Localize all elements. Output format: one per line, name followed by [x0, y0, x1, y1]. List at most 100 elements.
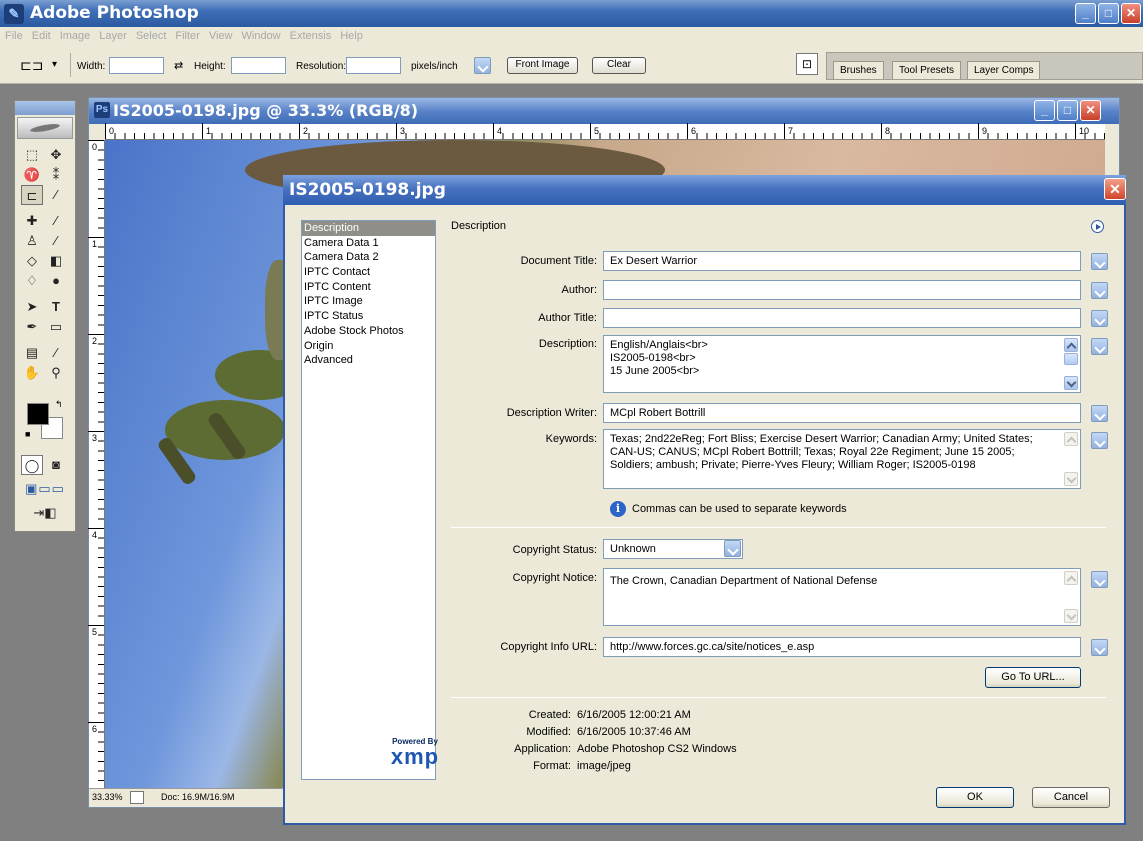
description-writer-input[interactable]: MCpl Robert Bottrill: [603, 403, 1081, 423]
scroll-thumb[interactable]: [1064, 353, 1078, 365]
menu-file[interactable]: File: [0, 27, 27, 42]
doc-size-info[interactable]: Doc: 16.9M/16.9M: [161, 792, 235, 802]
jump-to-imageready-icon[interactable]: ⇥◧: [19, 503, 71, 523]
author-dropdown-icon[interactable]: [1091, 282, 1108, 299]
menu-image[interactable]: Image: [55, 27, 95, 42]
maximize-icon[interactable]: □: [1098, 3, 1119, 24]
type-tool-icon[interactable]: T: [45, 297, 67, 317]
copyright-url-dropdown-icon[interactable]: [1091, 639, 1108, 656]
author-title-input[interactable]: [603, 308, 1081, 328]
dodge-tool-icon[interactable]: ●: [45, 271, 67, 291]
minimize-icon[interactable]: _: [1075, 3, 1096, 24]
menu-layer[interactable]: Layer: [94, 27, 131, 42]
swap-colors-icon[interactable]: ↰: [55, 399, 63, 410]
zoom-tool-icon[interactable]: ⚲: [45, 363, 67, 383]
tool-preset-chevron-icon[interactable]: ▾: [52, 59, 57, 70]
go-to-url-button[interactable]: Go To URL...: [985, 667, 1081, 688]
category-iptc-contact[interactable]: IPTC Contact: [302, 265, 435, 280]
ok-button[interactable]: OK: [936, 787, 1014, 808]
history-brush-tool-icon[interactable]: ⁄: [45, 231, 67, 251]
front-image-button[interactable]: Front Image: [507, 57, 578, 74]
swap-dimensions-icon[interactable]: ⇄: [174, 59, 183, 72]
pen-tool-icon[interactable]: ✒: [21, 317, 43, 337]
document-title-input[interactable]: Ex Desert Warrior: [603, 251, 1081, 271]
copyright-notice-scrollbar[interactable]: [1064, 571, 1078, 623]
category-camera-data-1[interactable]: Camera Data 1: [302, 236, 435, 251]
marquee-tool-icon[interactable]: ⬚: [21, 145, 43, 165]
cancel-button[interactable]: Cancel: [1032, 787, 1110, 808]
eraser-tool-icon[interactable]: ◇: [21, 251, 43, 271]
height-input[interactable]: [231, 57, 286, 74]
hand-tool-icon[interactable]: ✋: [21, 363, 43, 383]
units-dropdown-icon[interactable]: [474, 57, 491, 74]
zoom-level[interactable]: 33.33%: [92, 792, 123, 802]
doc-close-icon[interactable]: ✕: [1080, 100, 1101, 121]
scroll-down-icon[interactable]: [1064, 609, 1078, 623]
crop-tool-icon[interactable]: ⊏: [21, 185, 43, 205]
photoshop-app-icon[interactable]: ✎: [4, 4, 24, 24]
width-input[interactable]: [109, 57, 164, 74]
doc-minimize-icon[interactable]: _: [1034, 100, 1055, 121]
copyright-url-input[interactable]: http://www.forces.gc.ca/site/notices_e.a…: [603, 637, 1081, 657]
magic-wand-tool-icon[interactable]: ⁑: [45, 165, 67, 185]
keywords-textarea[interactable]: Texas; 2nd22eReg; Fort Bliss; Exercise D…: [603, 429, 1081, 489]
menu-filter[interactable]: Filter: [170, 27, 203, 42]
tab-brushes[interactable]: Brushes: [833, 61, 884, 79]
dialog-close-icon[interactable]: ✕: [1104, 178, 1126, 200]
default-colors-icon[interactable]: ■: [25, 429, 30, 439]
copyright-status-select[interactable]: Unknown: [603, 539, 743, 559]
tab-tool-presets[interactable]: Tool Presets: [892, 61, 962, 79]
eyedropper-tool-icon[interactable]: ⁄: [45, 343, 67, 363]
scroll-up-icon[interactable]: [1064, 432, 1078, 446]
keywords-scrollbar[interactable]: [1064, 432, 1078, 486]
menu-select[interactable]: Select: [131, 27, 171, 42]
resolution-units[interactable]: pixels/inch: [411, 61, 458, 72]
shape-tool-icon[interactable]: ▭: [45, 317, 67, 337]
category-advanced[interactable]: Advanced: [302, 353, 435, 368]
keywords-dropdown-icon[interactable]: [1091, 432, 1108, 449]
author-title-dropdown-icon[interactable]: [1091, 310, 1108, 327]
feather-logo-icon[interactable]: [17, 117, 73, 139]
resolution-input[interactable]: [346, 57, 401, 74]
category-adobe-stock-photos[interactable]: Adobe Stock Photos: [302, 324, 435, 339]
author-input[interactable]: [603, 280, 1081, 300]
document-title-dropdown-icon[interactable]: [1091, 253, 1108, 270]
scroll-up-icon[interactable]: [1064, 338, 1078, 352]
status-menu-icon[interactable]: [130, 791, 144, 804]
copyright-notice-dropdown-icon[interactable]: [1091, 571, 1108, 588]
gradient-tool-icon[interactable]: ◧: [45, 251, 67, 271]
healing-brush-tool-icon[interactable]: ✚: [21, 211, 43, 231]
slice-tool-icon[interactable]: ⁄: [45, 185, 67, 205]
close-icon[interactable]: ✕: [1121, 3, 1141, 24]
move-tool-icon[interactable]: ✥: [45, 145, 67, 165]
standard-mode-icon[interactable]: ◯: [21, 455, 43, 475]
description-dropdown-icon[interactable]: [1091, 338, 1108, 355]
clear-button[interactable]: Clear: [592, 57, 646, 74]
quick-mask-mode-icon[interactable]: ◙: [45, 455, 67, 475]
category-iptc-image[interactable]: IPTC Image: [302, 294, 435, 309]
crop-tool-icon[interactable]: ⊏⊐: [20, 57, 43, 74]
blur-tool-icon[interactable]: ♢: [21, 271, 43, 291]
scroll-down-icon[interactable]: [1064, 376, 1078, 390]
description-textarea[interactable]: English/Anglais<br> IS2005-0198<br> 15 J…: [603, 335, 1081, 393]
lasso-tool-icon[interactable]: ♈: [21, 165, 43, 185]
copyright-status-dropdown-icon[interactable]: [724, 540, 741, 557]
palette-toggle-icon[interactable]: ⊡: [796, 53, 818, 75]
screen-mode-icons[interactable]: ▣▭▭: [19, 479, 71, 499]
toolbox-header[interactable]: [15, 101, 75, 115]
description-writer-dropdown-icon[interactable]: [1091, 405, 1108, 422]
copyright-notice-textarea[interactable]: The Crown, Canadian Department of Nation…: [603, 568, 1081, 626]
tab-layer-comps[interactable]: Layer Comps: [967, 61, 1041, 79]
menu-view[interactable]: View: [204, 27, 237, 42]
path-selection-tool-icon[interactable]: ➤: [21, 297, 43, 317]
panel-menu-icon[interactable]: [1091, 220, 1104, 233]
menu-extensis[interactable]: Extensis: [285, 27, 336, 42]
clone-stamp-tool-icon[interactable]: ♙: [21, 231, 43, 251]
scroll-up-icon[interactable]: [1064, 571, 1078, 585]
doc-maximize-icon[interactable]: □: [1057, 100, 1078, 121]
menu-help[interactable]: Help: [335, 27, 367, 42]
menu-window[interactable]: Window: [237, 27, 285, 42]
foreground-color-swatch[interactable]: [27, 403, 49, 425]
brush-tool-icon[interactable]: ⁄: [45, 211, 67, 231]
category-description[interactable]: Description: [302, 221, 435, 236]
